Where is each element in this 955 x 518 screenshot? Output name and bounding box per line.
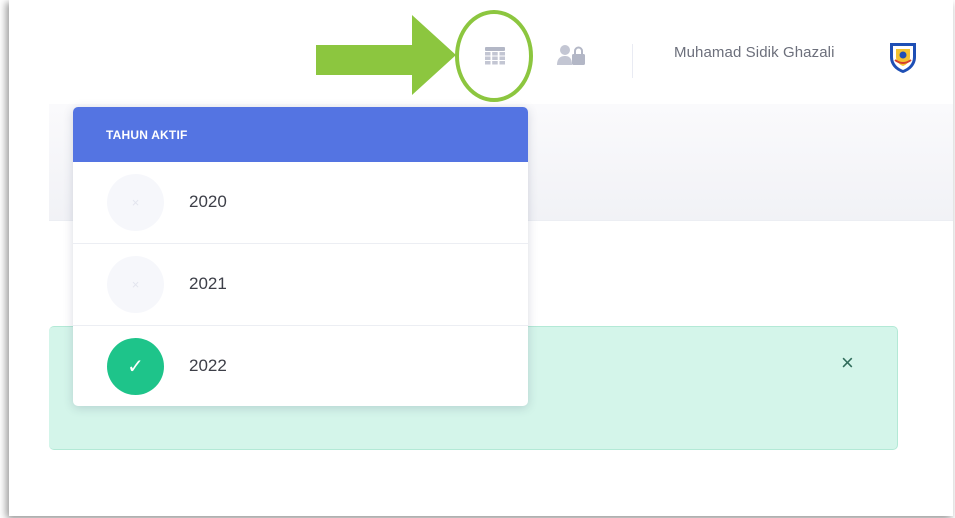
active-year-dropdown: TAHUN AKTIF × 2020 × 2021 ✓ 2022 [73,107,528,406]
dropdown-title: TAHUN AKTIF [73,107,528,162]
year-item-2022[interactable]: ✓ 2022 [73,326,528,406]
inactive-icon: × [107,174,164,231]
year-label: 2021 [189,274,227,293]
user-name[interactable]: Muhamad Sidik Ghazali [674,44,835,61]
year-item-2021[interactable]: × 2021 [73,244,528,326]
check-icon: ✓ [107,338,164,395]
annotation-arrow-icon [316,15,456,95]
header-divider [632,44,633,78]
annotation-circle-icon [455,10,533,102]
user-lock-icon[interactable] [557,44,587,66]
year-label: 2020 [189,192,227,211]
avatar[interactable] [886,40,920,74]
inactive-icon: × [107,256,164,313]
close-icon[interactable]: × [841,352,854,374]
year-label: 2022 [189,356,227,375]
year-item-2020[interactable]: × 2020 [73,162,528,244]
